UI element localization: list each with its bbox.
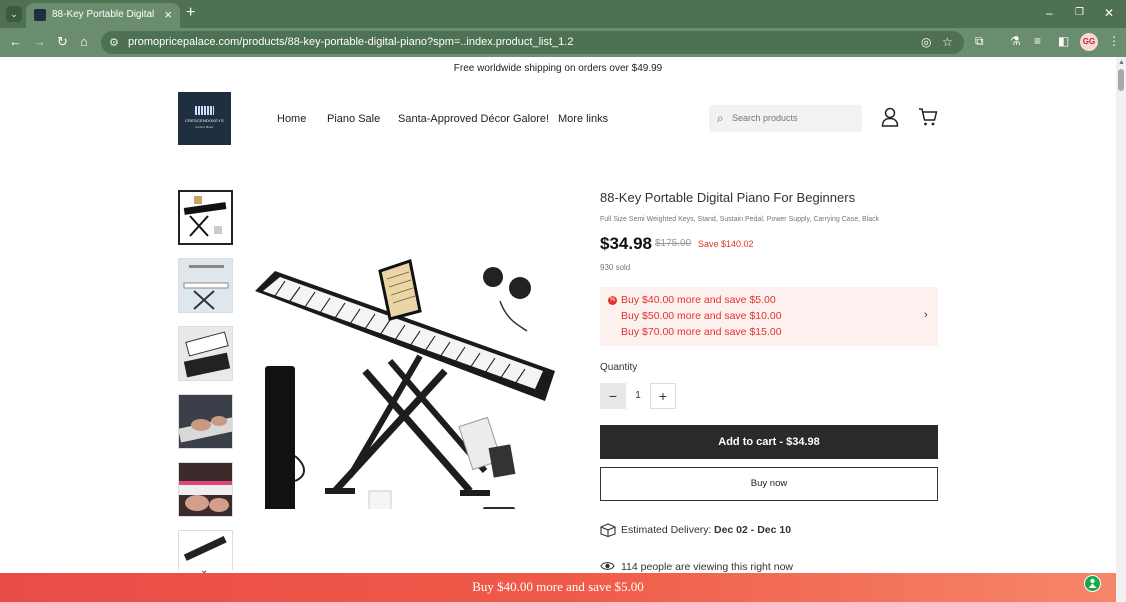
sold-count: 930 sold bbox=[600, 263, 631, 272]
minimize-icon[interactable]: – bbox=[1046, 6, 1053, 20]
tab-search-icon[interactable]: ⌄ bbox=[6, 6, 22, 22]
forward-icon[interactable]: → bbox=[33, 34, 46, 49]
product-thumbnail[interactable] bbox=[178, 530, 233, 570]
quantity-decrease-button[interactable]: − bbox=[600, 383, 626, 409]
product-thumbnail[interactable] bbox=[178, 394, 233, 449]
scroll-up-icon[interactable]: ▲ bbox=[1118, 59, 1125, 66]
search-box[interactable]: ⌕ bbox=[709, 105, 862, 132]
piano-keys-icon bbox=[195, 106, 214, 115]
nav-more-links[interactable]: More links bbox=[558, 113, 608, 125]
quantity-value[interactable]: 1 bbox=[626, 383, 650, 409]
url-text[interactable]: promopricepalace.com/products/88-key-por… bbox=[128, 36, 573, 48]
bookmark-star-icon[interactable]: ☆ bbox=[942, 35, 953, 49]
quantity-increase-button[interactable]: + bbox=[650, 383, 676, 409]
logo-tagline: Perfect Music bbox=[195, 125, 214, 129]
delivery-label: Estimated Delivery: bbox=[621, 524, 712, 536]
browser-tab[interactable]: 88-Key Portable Digital Piano F × bbox=[26, 3, 180, 28]
search-input[interactable] bbox=[732, 110, 856, 126]
tracking-protection-icon[interactable]: ◎ bbox=[921, 35, 931, 49]
package-icon bbox=[600, 523, 616, 537]
labs-icon[interactable]: ⚗ bbox=[1010, 34, 1021, 48]
promo-tier: Buy $40.00 more and save $5.00 bbox=[621, 294, 776, 306]
compare-at-price: $175.00 bbox=[655, 238, 692, 249]
tab-title: 88-Key Portable Digital Piano F bbox=[52, 9, 156, 20]
nav-home[interactable]: Home bbox=[277, 113, 306, 125]
search-icon[interactable]: ⌕ bbox=[717, 111, 724, 126]
page-scrollbar[interactable]: ▲ bbox=[1116, 57, 1126, 602]
promo-tier: Buy $50.00 more and save $10.00 bbox=[621, 310, 782, 322]
browser-toolbar: ← → ↻ ⌂ ⚙ promopricepalace.com/products/… bbox=[0, 28, 1126, 57]
announcement-bar: Free worldwide shipping on orders over $… bbox=[453, 63, 663, 74]
buy-now-button[interactable]: Buy now bbox=[600, 467, 938, 501]
extensions-icon[interactable]: ⧉ bbox=[975, 34, 984, 49]
product-subtitle: Full Size Semi Weighted Keys, Stand, Sus… bbox=[600, 216, 880, 223]
reload-icon[interactable]: ↻ bbox=[57, 34, 68, 50]
product-thumbnail[interactable] bbox=[178, 462, 233, 517]
profile-avatar[interactable]: GG bbox=[1080, 33, 1098, 51]
main-product-image[interactable] bbox=[245, 191, 563, 509]
eye-icon bbox=[600, 562, 615, 570]
product-thumbnail[interactable] bbox=[178, 190, 233, 245]
sticky-promo-text: Buy $40.00 more and save $5.00 bbox=[472, 579, 644, 594]
sticky-promo-bar[interactable]: Buy $40.00 more and save $5.00 bbox=[0, 573, 1116, 602]
close-window-icon[interactable]: ✕ bbox=[1104, 6, 1114, 20]
discount-badge-icon: % bbox=[608, 296, 617, 305]
nav-piano-sale[interactable]: Piano Sale bbox=[327, 113, 380, 125]
browser-menu-icon[interactable]: ⋮ bbox=[1108, 34, 1120, 48]
tab-favicon-icon bbox=[34, 9, 46, 21]
product-thumbnail[interactable] bbox=[178, 326, 233, 381]
logo-name: CRESCENDOKEYS bbox=[185, 118, 224, 123]
scrollbar-thumb[interactable] bbox=[1118, 69, 1124, 91]
promo-tier: Buy $70.00 more and save $15.00 bbox=[621, 326, 782, 338]
viewers-text: 114 people are viewing this right now bbox=[621, 561, 793, 573]
volume-discount-box[interactable]: % Buy $40.00 more and save $5.00 Buy $50… bbox=[600, 287, 938, 346]
help-widget-icon[interactable] bbox=[1084, 575, 1101, 592]
back-icon[interactable]: ← bbox=[9, 34, 22, 49]
store-logo[interactable]: CRESCENDOKEYS Perfect Music bbox=[178, 92, 231, 145]
side-panel-icon[interactable]: ◧ bbox=[1058, 34, 1069, 48]
reading-list-icon[interactable]: ≡ bbox=[1034, 34, 1041, 48]
delivery-dates: Dec 02 - Dec 10 bbox=[714, 524, 792, 536]
home-icon[interactable]: ⌂ bbox=[80, 34, 88, 49]
address-bar[interactable]: ⚙ promopricepalace.com/products/88-key-p… bbox=[101, 31, 964, 54]
restore-icon[interactable]: ❐ bbox=[1075, 7, 1084, 18]
site-info-icon[interactable]: ⚙ bbox=[109, 36, 119, 49]
quantity-label: Quantity bbox=[600, 362, 638, 373]
account-icon[interactable] bbox=[881, 107, 899, 127]
product-title: 88-Key Portable Digital Piano For Beginn… bbox=[600, 190, 856, 205]
product-price: $34.98 bbox=[600, 234, 652, 253]
savings-text: Save $140.02 bbox=[698, 239, 754, 249]
cart-icon[interactable] bbox=[918, 107, 938, 127]
tab-close-icon[interactable]: × bbox=[164, 7, 172, 22]
chevron-right-icon[interactable]: › bbox=[924, 309, 928, 321]
nav-decor[interactable]: Santa-Approved Décor Galore! bbox=[398, 113, 549, 125]
new-tab-icon[interactable]: + bbox=[186, 4, 195, 22]
web-page: Free worldwide shipping on orders over $… bbox=[0, 57, 1116, 602]
browser-tab-strip: ⌄ 88-Key Portable Digital Piano F × + – … bbox=[0, 0, 1126, 28]
add-to-cart-button[interactable]: Add to cart - $34.98 bbox=[600, 425, 938, 459]
product-thumbnail[interactable] bbox=[178, 258, 233, 313]
